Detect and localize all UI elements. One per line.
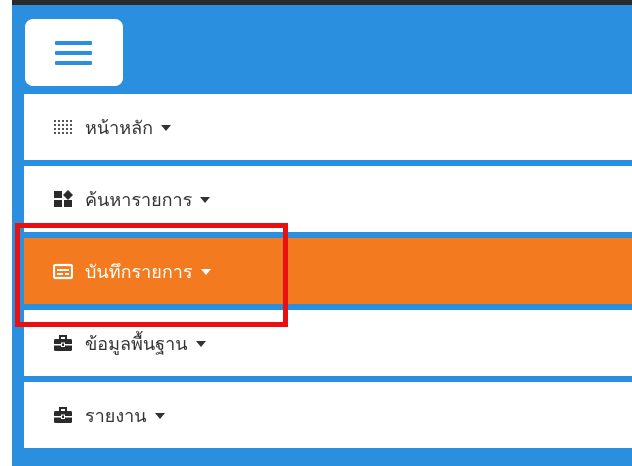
caret-down-icon [154,413,165,419]
menu-item-label: ค้นหารายการ [85,189,193,211]
briefcase-icon [53,333,73,353]
dashboard-icon [53,189,73,209]
caret-down-icon [200,197,211,203]
grid-dots-icon [53,117,73,137]
menu-item-label: หน้าหลัก [85,117,154,139]
menu-item-label: ข้อมูลพื้นฐาน [85,333,188,355]
menu-item-home[interactable]: หน้าหลัก [24,94,632,160]
menu-item-report[interactable]: รายงาน [24,382,632,448]
app-frame: หน้าหลัก ค้นหารายการ บันทึกรายการ ข้อมูล… [0,0,632,466]
menu-item-label: รายงาน [85,405,147,427]
highlight-annotation-box [15,223,288,327]
left-gutter [0,0,12,466]
caret-down-icon [195,341,206,347]
briefcase-icon [53,405,73,425]
caret-down-icon [161,125,172,131]
menu-toggle-button[interactable] [25,19,123,86]
